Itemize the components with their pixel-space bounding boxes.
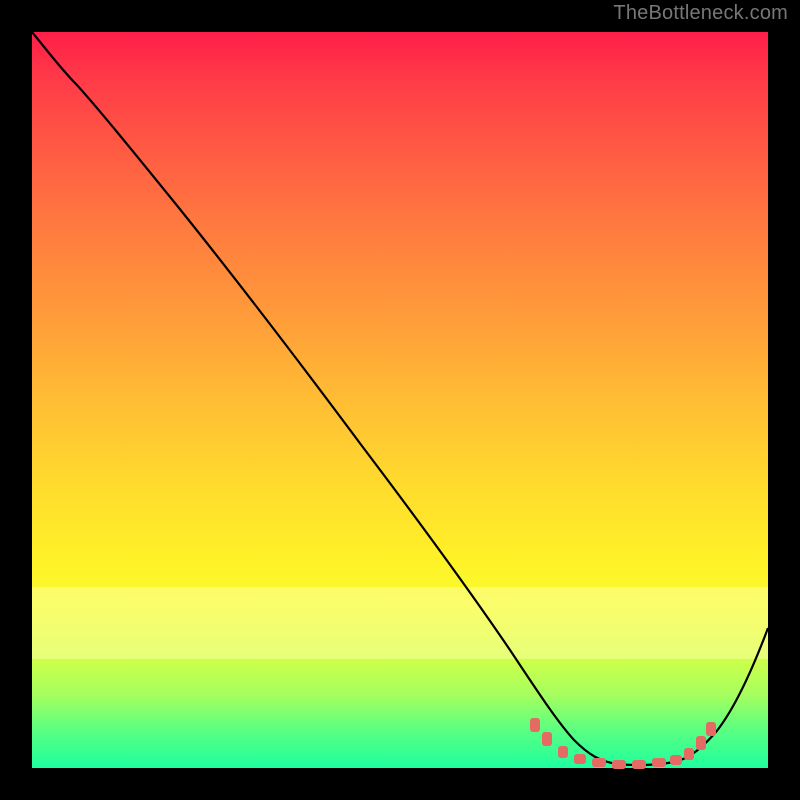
watermark-text: TheBottleneck.com [613,2,788,25]
bottleneck-curve [32,32,768,765]
chart-canvas: TheBottleneck.com [0,0,800,800]
optimal-markers [530,718,716,769]
curve-layer [32,32,768,768]
plot-area [32,32,768,768]
